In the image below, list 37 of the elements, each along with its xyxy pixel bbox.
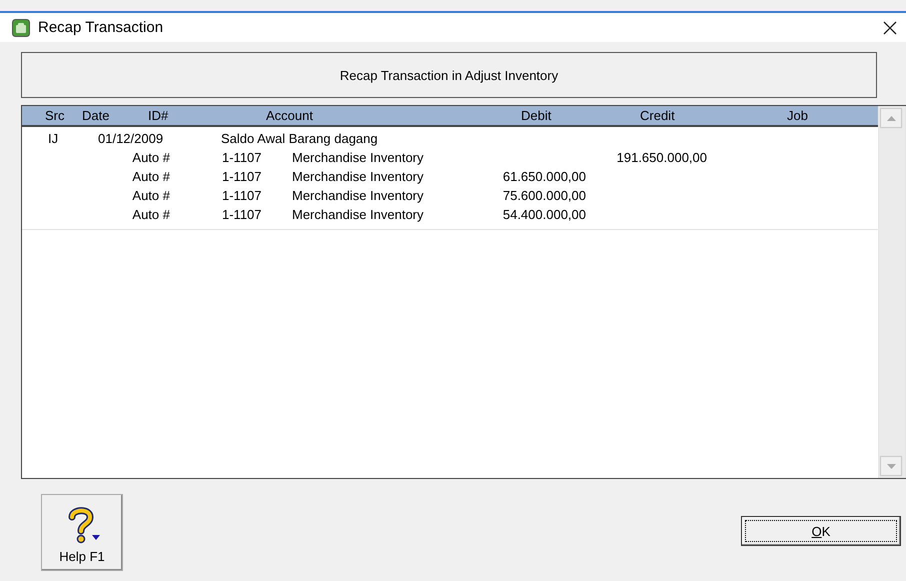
account-number-cell-text: 1-1107: [222, 207, 263, 222]
column-header: ID#: [148, 108, 170, 123]
column-header: Job: [787, 108, 809, 123]
id-cell-text: Auto #: [131, 169, 170, 184]
scroll-up-button[interactable]: [880, 108, 902, 128]
account-number-cell-text: 1-1107: [222, 188, 263, 203]
scroll-down-button[interactable]: [880, 456, 902, 476]
id-cell-text: Auto #: [131, 188, 170, 203]
debit-cell-text: 75.600.000,00: [502, 188, 586, 203]
up-arrow-icon: [886, 116, 896, 120]
account-name-cell-text: Merchandise Inventory: [292, 207, 425, 222]
column-header: Debit: [521, 108, 552, 123]
window-title: Recap Transaction: [38, 19, 164, 36]
account-number-cell-text: 1-1107: [222, 150, 263, 165]
account-number-cell-text: 1-1107: [222, 169, 263, 184]
credit-cell-text: 191.650.000,00: [616, 150, 707, 165]
account-name-cell-text: Merchandise Inventory: [292, 188, 425, 203]
date-cell-text: 01/12/2009: [98, 131, 164, 146]
account-name-cell-text: Merchandise Inventory: [292, 169, 425, 184]
id-cell-text: Auto #: [131, 207, 170, 222]
debit-cell-text: 61.650.000,00: [502, 169, 586, 184]
column-header: Date: [82, 108, 110, 123]
help-button[interactable]: Help F1: [41, 494, 123, 571]
down-arrow-icon: [886, 464, 896, 468]
app-icon: [12, 18, 30, 36]
column-header: Src: [45, 108, 66, 123]
source-cell-text: IJ: [48, 131, 60, 146]
scrollbar[interactable]: [878, 106, 906, 478]
column-header: Credit: [640, 108, 676, 123]
id-cell-text: Auto #: [131, 150, 170, 165]
ok-button[interactable]: OK: [741, 516, 901, 546]
memo-cell-text: Saldo Awal Barang dagang: [221, 131, 379, 146]
column-header: Account: [266, 108, 314, 123]
account-name-cell-text: Merchandise Inventory: [292, 150, 425, 165]
heading-text: Recap Transaction in Adjust Inventory: [340, 68, 558, 82]
debit-cell-text: 54.400.000,00: [502, 207, 586, 222]
close-icon: [882, 20, 898, 36]
